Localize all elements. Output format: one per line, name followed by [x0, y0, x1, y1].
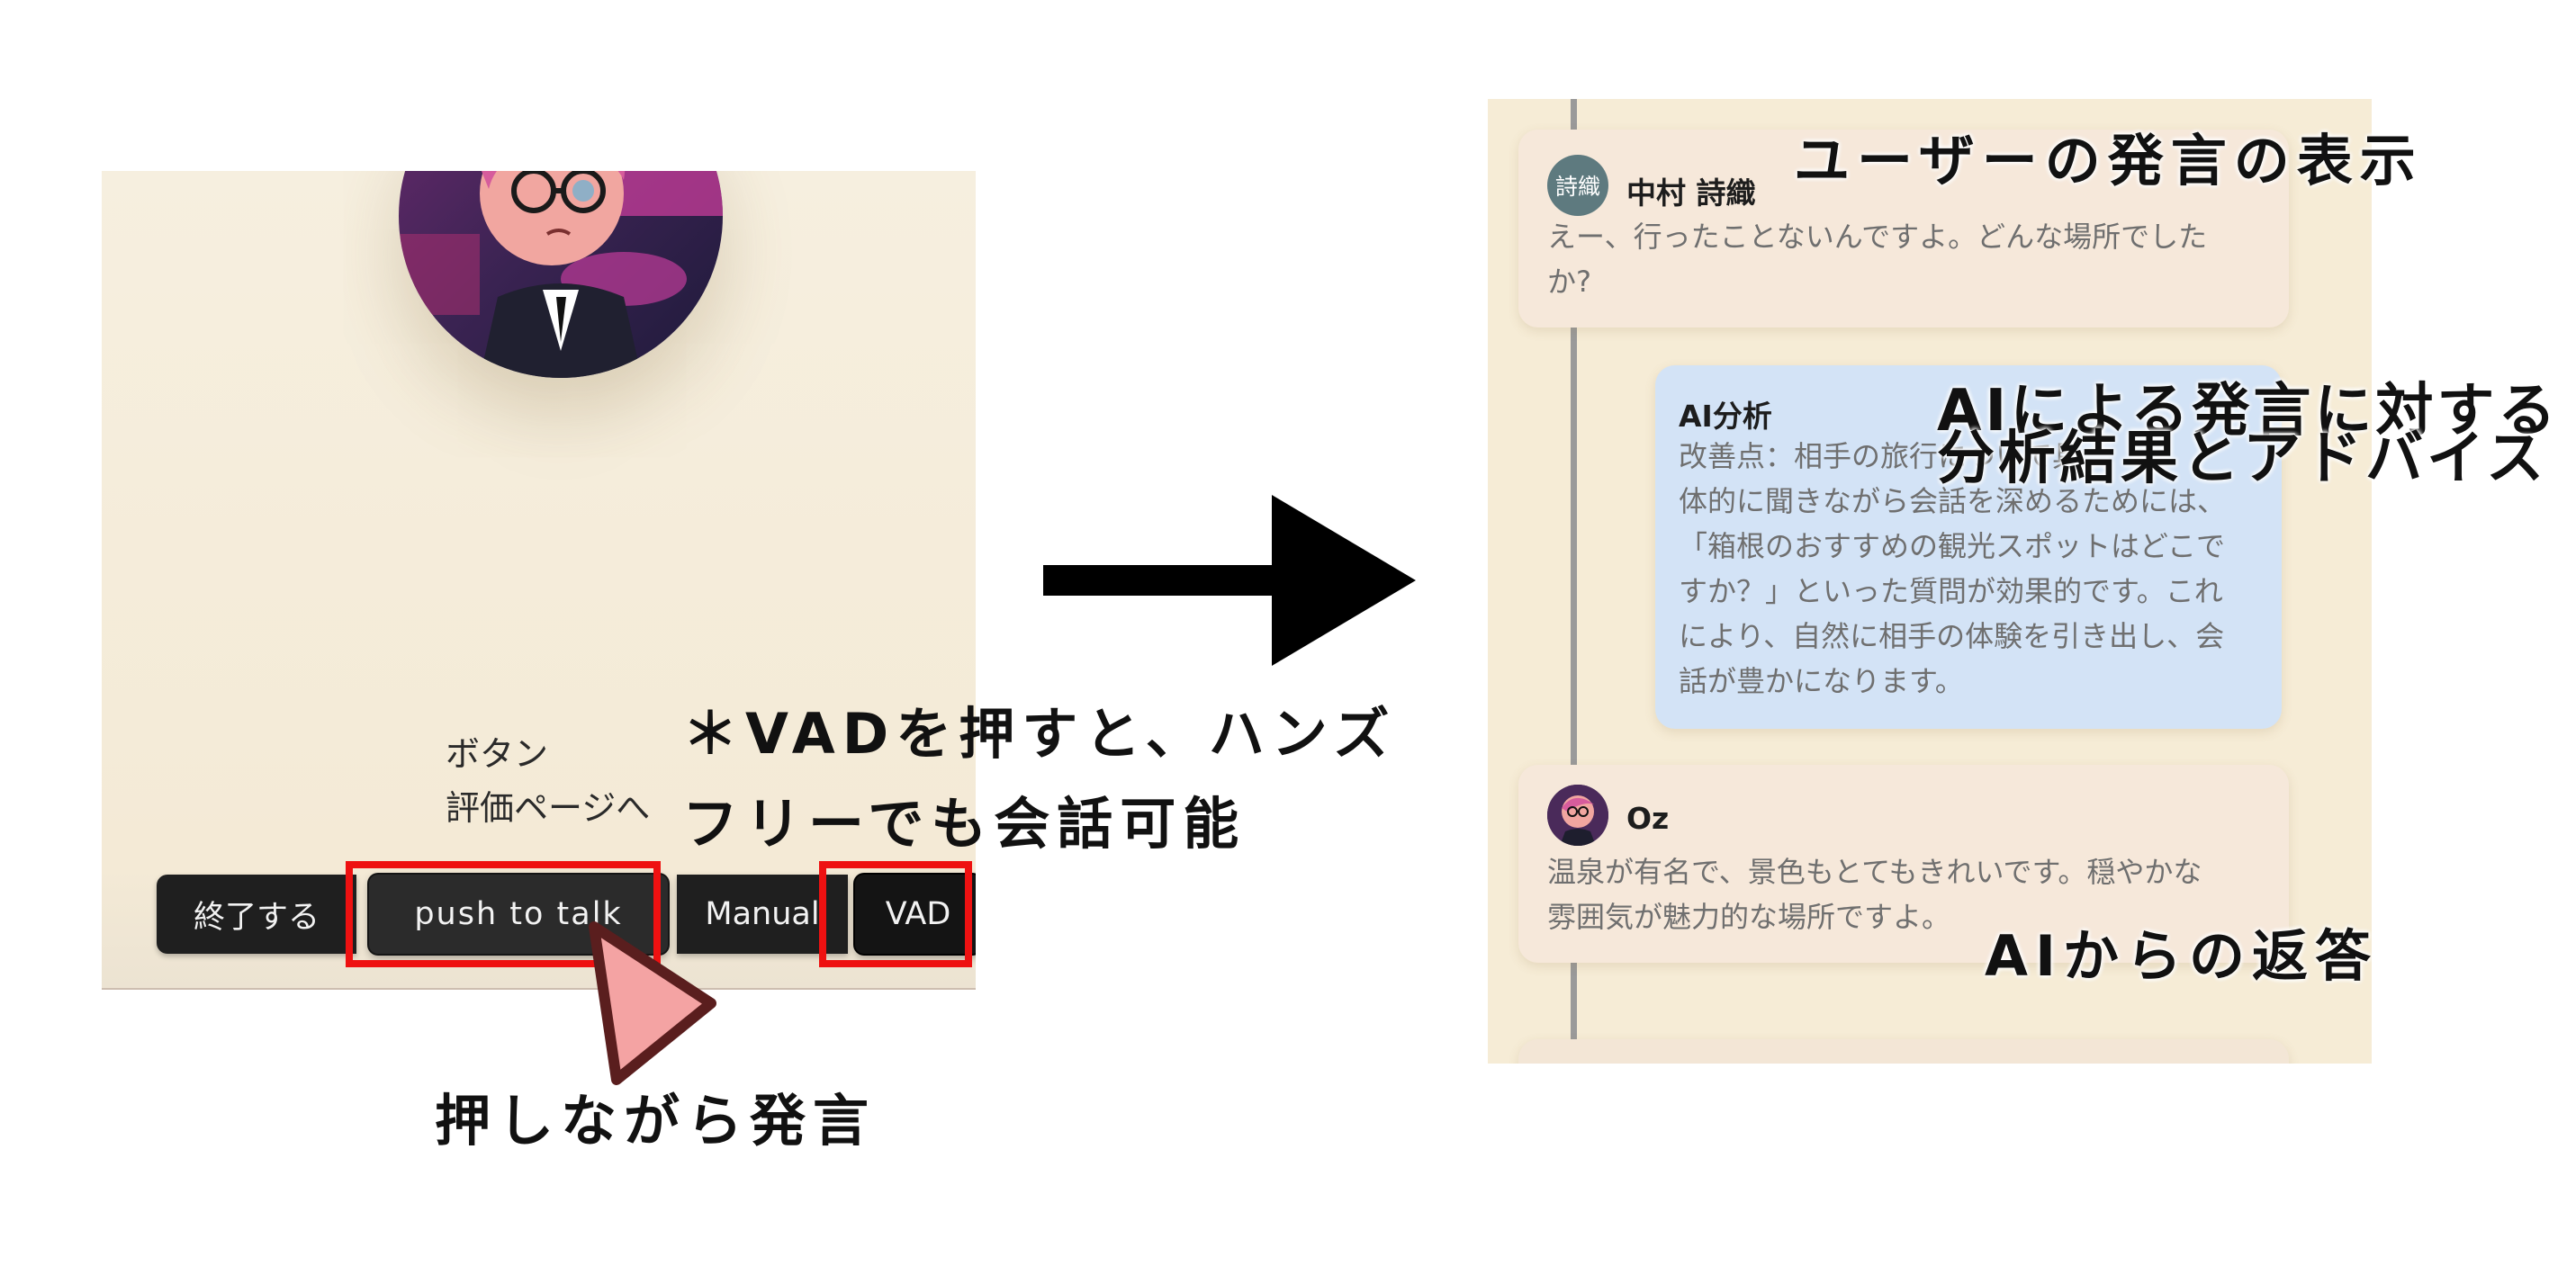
user-name: 中村 詩織 [1626, 175, 1756, 211]
user-message-line2: か? [1547, 265, 1591, 299]
oz-message-line2: 雰囲気が魅力的な場所ですよ。 [1547, 900, 1951, 934]
next-message-bubble [1518, 1039, 2289, 1064]
oz-message-line1: 温泉が有名で、景色もとてもきれいです。穏やかな [1547, 855, 2202, 889]
hidden-button-label: ボタン [446, 734, 549, 774]
vad-note-line1: ＊VADを押すと、ハンズ [682, 701, 1397, 767]
ai-analysis-line4: すか？」といった質問が効果的です。これ [1679, 574, 2223, 608]
vad-note-line2: フリーでも会話可能 [682, 791, 1247, 857]
end-call-button[interactable]: 終了する [157, 875, 356, 954]
ai-analysis-line5: により、自然に相手の体験を引き出し、会 [1679, 619, 2225, 653]
vad-highlight [819, 861, 972, 967]
user-message-note: ユーザーの発言の表示 [1794, 128, 2423, 193]
ai-analysis-note-line2: 分析結果とアドバイス [1937, 426, 2548, 492]
evaluation-page-label[interactable]: 評価ページへ [446, 780, 650, 830]
user-avatar: 詩織 [1547, 155, 1608, 216]
user-message-line1: えー、行ったことないんですよ。どんな場所でした [1547, 220, 2208, 254]
oz-avatar-icon [1547, 785, 1608, 846]
ai-reply-note: AIからの返答 [1985, 923, 2379, 989]
partner-avatar-image [399, 171, 723, 378]
push-note: 押しながら発言 [435, 1088, 877, 1154]
arrow-right-icon [1043, 495, 1416, 666]
oz-name: Oz [1626, 801, 1670, 836]
ai-analysis-line3: 「箱根のおすすめの観光スポットはどこで [1679, 529, 2226, 563]
ai-analysis-line6: 話が豊かになります。 [1679, 664, 1964, 698]
ai-analysis-title: AI分析 [1679, 399, 1772, 434]
pointer-cursor-icon [589, 921, 716, 1085]
